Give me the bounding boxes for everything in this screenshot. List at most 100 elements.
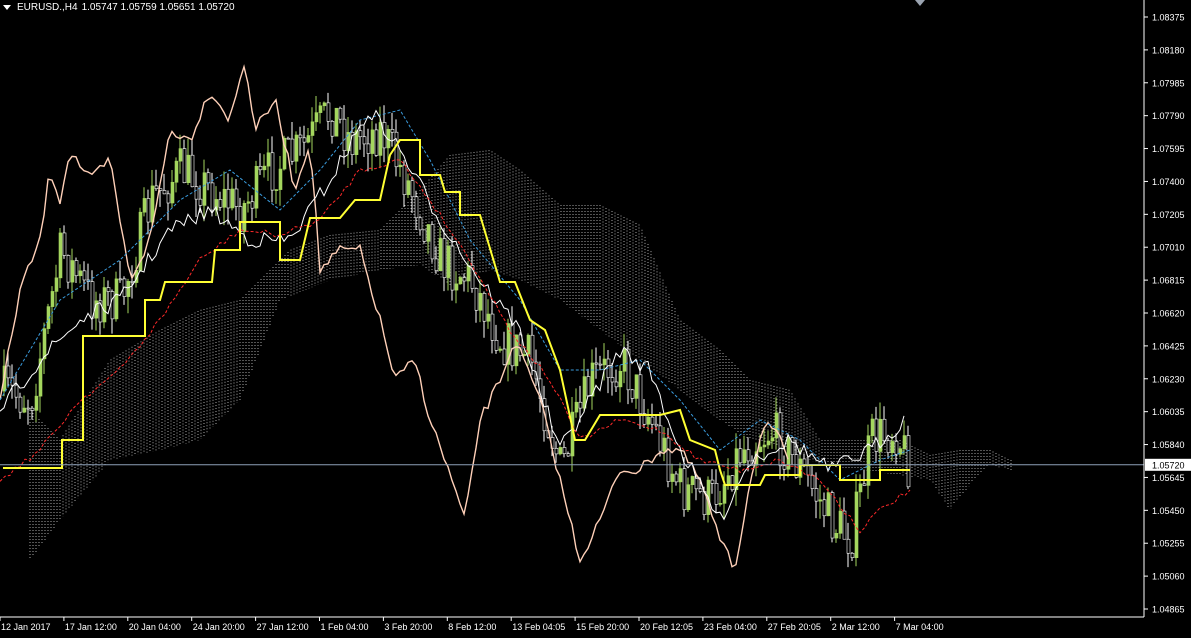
- candle-body: [230, 188, 235, 209]
- candle-body: [830, 492, 835, 539]
- candle-body: [118, 278, 123, 281]
- candle-body: [714, 483, 719, 505]
- candle-body: [54, 277, 59, 292]
- shift-marker-icon[interactable]: [915, 0, 925, 6]
- candle-body: [174, 160, 179, 183]
- candle-body: [130, 281, 135, 283]
- tenkan-sen-line: [0, 159, 911, 534]
- candle-body: [658, 425, 663, 452]
- candle-body: [718, 503, 723, 505]
- candle-body: [598, 363, 603, 366]
- candle-body: [614, 381, 619, 388]
- candle-body: [330, 121, 335, 137]
- candle-body: [738, 448, 743, 464]
- time-tick-label: 1 Feb 04:00: [321, 622, 369, 632]
- price-tick-label: 1.04865: [1152, 605, 1185, 615]
- candle-body: [418, 217, 423, 231]
- candle-body: [394, 131, 399, 168]
- dropdown-triangle-icon[interactable]: [3, 5, 11, 10]
- candle-body: [770, 437, 775, 442]
- candle-body: [442, 238, 447, 278]
- candle-body: [610, 377, 615, 383]
- candle-body: [202, 172, 207, 206]
- candle-body: [490, 313, 495, 341]
- candle-body: [314, 112, 319, 123]
- time-tick-label: 23 Feb 04:00: [704, 622, 757, 632]
- candle-body: [850, 552, 855, 558]
- candle-body: [294, 134, 299, 162]
- candle-body: [390, 129, 395, 133]
- candle-body: [674, 473, 679, 483]
- price-chart-canvas[interactable]: 1.08375 1.08180 1.07985 1.07790 1.07595 1.074…: [0, 0, 1191, 638]
- candle-body: [78, 270, 83, 277]
- candle-body: [478, 293, 483, 311]
- price-tick-label: 1.06035: [1152, 407, 1185, 417]
- candle-body: [650, 416, 655, 425]
- time-tick-label: 7 Mar 04:00: [896, 622, 944, 632]
- candle-body: [906, 435, 911, 488]
- candle-body: [734, 448, 739, 491]
- candle-body: [242, 203, 247, 232]
- time-tick-label: 17 Jan 12:00: [65, 622, 117, 632]
- price-tick-label: 1.07790: [1152, 111, 1185, 121]
- candle-body: [338, 107, 343, 120]
- candle-body: [866, 435, 871, 486]
- candle-body: [258, 166, 263, 171]
- candle-body: [710, 479, 715, 484]
- candle-body: [758, 446, 763, 453]
- candle-body: [654, 423, 659, 427]
- candle-body: [822, 499, 827, 517]
- time-tick-label: 27 Jan 12:00: [257, 622, 309, 632]
- candle-body: [162, 190, 167, 195]
- candle-body: [794, 454, 799, 478]
- candle-body: [530, 334, 535, 363]
- candle-body: [434, 258, 439, 271]
- candle-body: [290, 138, 295, 162]
- candle-body: [198, 198, 203, 206]
- candle-body: [310, 121, 315, 136]
- candle-body: [638, 374, 643, 414]
- chart-window[interactable]: 1.08375 1.08180 1.07985 1.07790 1.07595 1.074…: [0, 0, 1191, 638]
- candle-body: [126, 281, 131, 297]
- candle-body: [34, 395, 39, 411]
- candle-body: [678, 468, 683, 483]
- candle-body: [362, 136, 367, 145]
- candle-body: [334, 107, 339, 137]
- candle-body: [266, 152, 271, 167]
- candle-body: [286, 137, 291, 140]
- candle-body: [494, 340, 499, 351]
- time-tick-label: 27 Feb 20:05: [768, 622, 821, 632]
- candle-body: [682, 468, 687, 511]
- price-tick-label: 1.05840: [1152, 440, 1185, 450]
- candle-body: [206, 172, 211, 184]
- candle-body: [170, 181, 175, 204]
- candle-body: [186, 154, 191, 184]
- candle-body: [70, 260, 75, 283]
- candle-body: [774, 412, 779, 439]
- candle-body: [462, 277, 467, 282]
- moving-average-line: [0, 109, 911, 481]
- time-tick-label: 3 Feb 20:00: [384, 622, 432, 632]
- candle-body: [730, 475, 735, 491]
- candle-body: [782, 465, 787, 470]
- candle-body: [82, 270, 87, 281]
- price-tick-label: 1.08375: [1152, 13, 1185, 23]
- candle-body: [902, 435, 907, 450]
- candle-body: [66, 255, 71, 283]
- candle-body: [762, 444, 767, 448]
- candle-body: [818, 499, 823, 502]
- candle-body: [302, 137, 307, 143]
- candle-body: [474, 288, 479, 311]
- price-smooth-line: [0, 109, 905, 521]
- time-tick-label: 2 Mar 12:00: [832, 622, 880, 632]
- candle-body: [414, 196, 419, 219]
- candle-body: [374, 129, 379, 156]
- indicator-lines: [0, 64, 911, 568]
- candle-body: [62, 232, 67, 256]
- price-tick-label: 1.05060: [1152, 572, 1185, 582]
- candle-body: [578, 401, 583, 409]
- price-tick-label: 1.07400: [1152, 177, 1185, 187]
- candle-body: [194, 186, 199, 200]
- candle-body: [154, 185, 159, 189]
- candle-body: [278, 168, 283, 190]
